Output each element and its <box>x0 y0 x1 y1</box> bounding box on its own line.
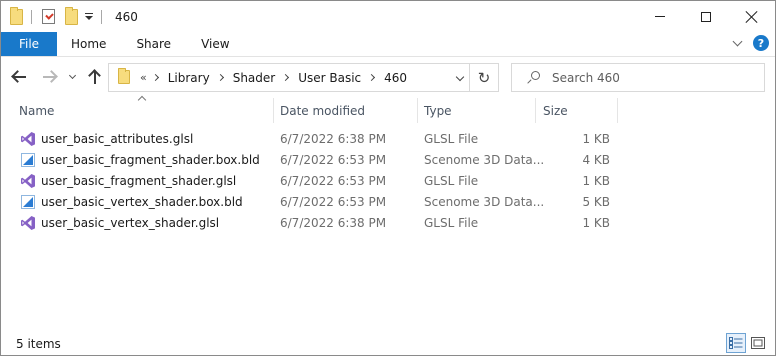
breadcrumb-separator-icon[interactable] <box>368 73 376 82</box>
file-name: user_basic_vertex_shader.glsl <box>41 216 220 230</box>
forward-button[interactable] <box>41 69 57 85</box>
minimize-button[interactable] <box>637 1 683 32</box>
column-divider[interactable] <box>273 98 274 123</box>
properties-icon <box>42 9 55 24</box>
file-date: 6/7/2022 6:38 PM <box>280 132 387 146</box>
refresh-button[interactable]: ↻ <box>470 63 499 92</box>
search-box[interactable] <box>511 63 765 92</box>
file-row[interactable]: user_basic_fragment_shader.glsl 6/7/2022… <box>1 171 775 192</box>
maximize-button[interactable] <box>683 1 729 32</box>
recent-locations-button[interactable] <box>66 69 78 85</box>
quick-access-toolbar <box>10 1 102 32</box>
back-button[interactable] <box>12 69 28 85</box>
column-divider[interactable] <box>617 98 618 123</box>
large-icons-view-icon <box>751 337 765 349</box>
file-type: Scenome 3D Data... <box>424 195 545 209</box>
up-arrow-icon <box>94 72 96 84</box>
column-headers: Name Date modified Type Size <box>1 95 775 125</box>
file-row[interactable]: user_basic_fragment_shader.box.bld 6/7/2… <box>1 150 775 171</box>
sort-ascending-icon <box>137 95 147 105</box>
file-size: 1 KB <box>582 216 610 230</box>
scenome-data-icon <box>21 153 35 167</box>
file-date: 6/7/2022 6:38 PM <box>280 216 387 230</box>
file-type: GLSL File <box>424 216 479 230</box>
file-name: user_basic_fragment_shader.box.bld <box>41 153 260 167</box>
column-divider[interactable] <box>417 98 418 123</box>
breadcrumb-user-basic[interactable]: User Basic <box>298 71 361 85</box>
column-header-name[interactable]: Name <box>19 104 54 118</box>
address-bar[interactable]: « Library Shader User Basic 460 <box>108 63 470 92</box>
tab-file[interactable]: File <box>1 32 57 56</box>
tab-home[interactable]: Home <box>57 32 121 56</box>
file-name: user_basic_vertex_shader.box.bld <box>41 195 243 209</box>
customize-toolbar-dropdown[interactable] <box>84 10 94 24</box>
scenome-data-icon <box>21 195 35 209</box>
file-row[interactable]: user_basic_vertex_shader.glsl 6/7/2022 6… <box>1 213 775 234</box>
expand-ribbon-icon[interactable] <box>732 36 743 46</box>
close-button[interactable] <box>729 1 775 32</box>
column-header-date[interactable]: Date modified <box>280 104 365 118</box>
file-date: 6/7/2022 6:53 PM <box>280 174 387 188</box>
details-view-icon <box>729 337 743 349</box>
address-dropdown-icon[interactable] <box>455 72 465 82</box>
column-header-type[interactable]: Type <box>424 104 452 118</box>
file-list: user_basic_attributes.glsl 6/7/2022 6:38… <box>1 129 775 234</box>
refresh-icon: ↻ <box>477 68 491 87</box>
file-size: 4 KB <box>582 153 610 167</box>
toolbar-divider <box>31 9 32 24</box>
breadcrumb-separator-icon <box>151 73 159 82</box>
large-icons-view-button[interactable] <box>748 333 768 353</box>
window-title: 460 <box>115 9 138 24</box>
item-count: 5 items <box>16 337 61 351</box>
up-button[interactable] <box>87 69 103 85</box>
search-icon <box>526 70 540 85</box>
maximize-icon <box>701 11 711 22</box>
properties-button[interactable] <box>40 1 55 32</box>
file-name: user_basic_fragment_shader.glsl <box>41 174 237 188</box>
file-date: 6/7/2022 6:53 PM <box>280 195 387 209</box>
help-icon[interactable]: ? <box>753 35 769 51</box>
navigation-bar: « Library Shader User Basic 460 ↻ <box>1 58 775 95</box>
tab-share[interactable]: Share <box>121 32 186 56</box>
breadcrumb-library[interactable]: Library <box>168 71 210 85</box>
visual-studio-icon <box>21 174 35 188</box>
search-input[interactable] <box>552 70 752 85</box>
folder-icon <box>118 68 130 85</box>
status-bar: 5 items <box>1 332 775 355</box>
file-row[interactable]: user_basic_vertex_shader.box.bld 6/7/202… <box>1 192 775 213</box>
details-view-button[interactable] <box>726 333 746 353</box>
minimize-icon <box>655 16 665 17</box>
toolbar-divider <box>101 9 102 24</box>
ribbon-tabs: File Home Share View ? <box>1 32 775 57</box>
new-folder-button[interactable] <box>65 1 78 32</box>
visual-studio-icon <box>21 132 35 146</box>
file-type: GLSL File <box>424 132 479 146</box>
tab-view[interactable]: View <box>186 32 244 56</box>
file-size: 1 KB <box>582 132 610 146</box>
breadcrumb-shader[interactable]: Shader <box>233 71 276 85</box>
column-header-size[interactable]: Size <box>543 104 568 118</box>
chevron-down-icon <box>68 71 76 79</box>
title-bar: 460 <box>1 1 775 32</box>
file-size: 5 KB <box>582 195 610 209</box>
file-date: 6/7/2022 6:53 PM <box>280 153 387 167</box>
column-divider[interactable] <box>535 98 536 123</box>
back-arrow-icon <box>14 76 26 78</box>
explorer-window: 460 File Home Share View ? « Library Sha… <box>0 0 776 356</box>
new-folder-icon <box>65 6 78 25</box>
file-size: 1 KB <box>582 174 610 188</box>
close-icon <box>746 11 758 23</box>
breadcrumb-separator-icon[interactable] <box>282 73 290 82</box>
breadcrumb-overflow[interactable]: « <box>140 71 147 84</box>
file-type: GLSL File <box>424 174 479 188</box>
file-type: Scenome 3D Data... <box>424 153 545 167</box>
folder-icon <box>10 1 23 32</box>
forward-arrow-icon <box>43 76 55 78</box>
breadcrumb-460[interactable]: 460 <box>384 71 407 85</box>
file-name: user_basic_attributes.glsl <box>41 132 194 146</box>
breadcrumb-separator-icon[interactable] <box>216 73 224 82</box>
visual-studio-icon <box>21 216 35 230</box>
file-row[interactable]: user_basic_attributes.glsl 6/7/2022 6:38… <box>1 129 775 150</box>
